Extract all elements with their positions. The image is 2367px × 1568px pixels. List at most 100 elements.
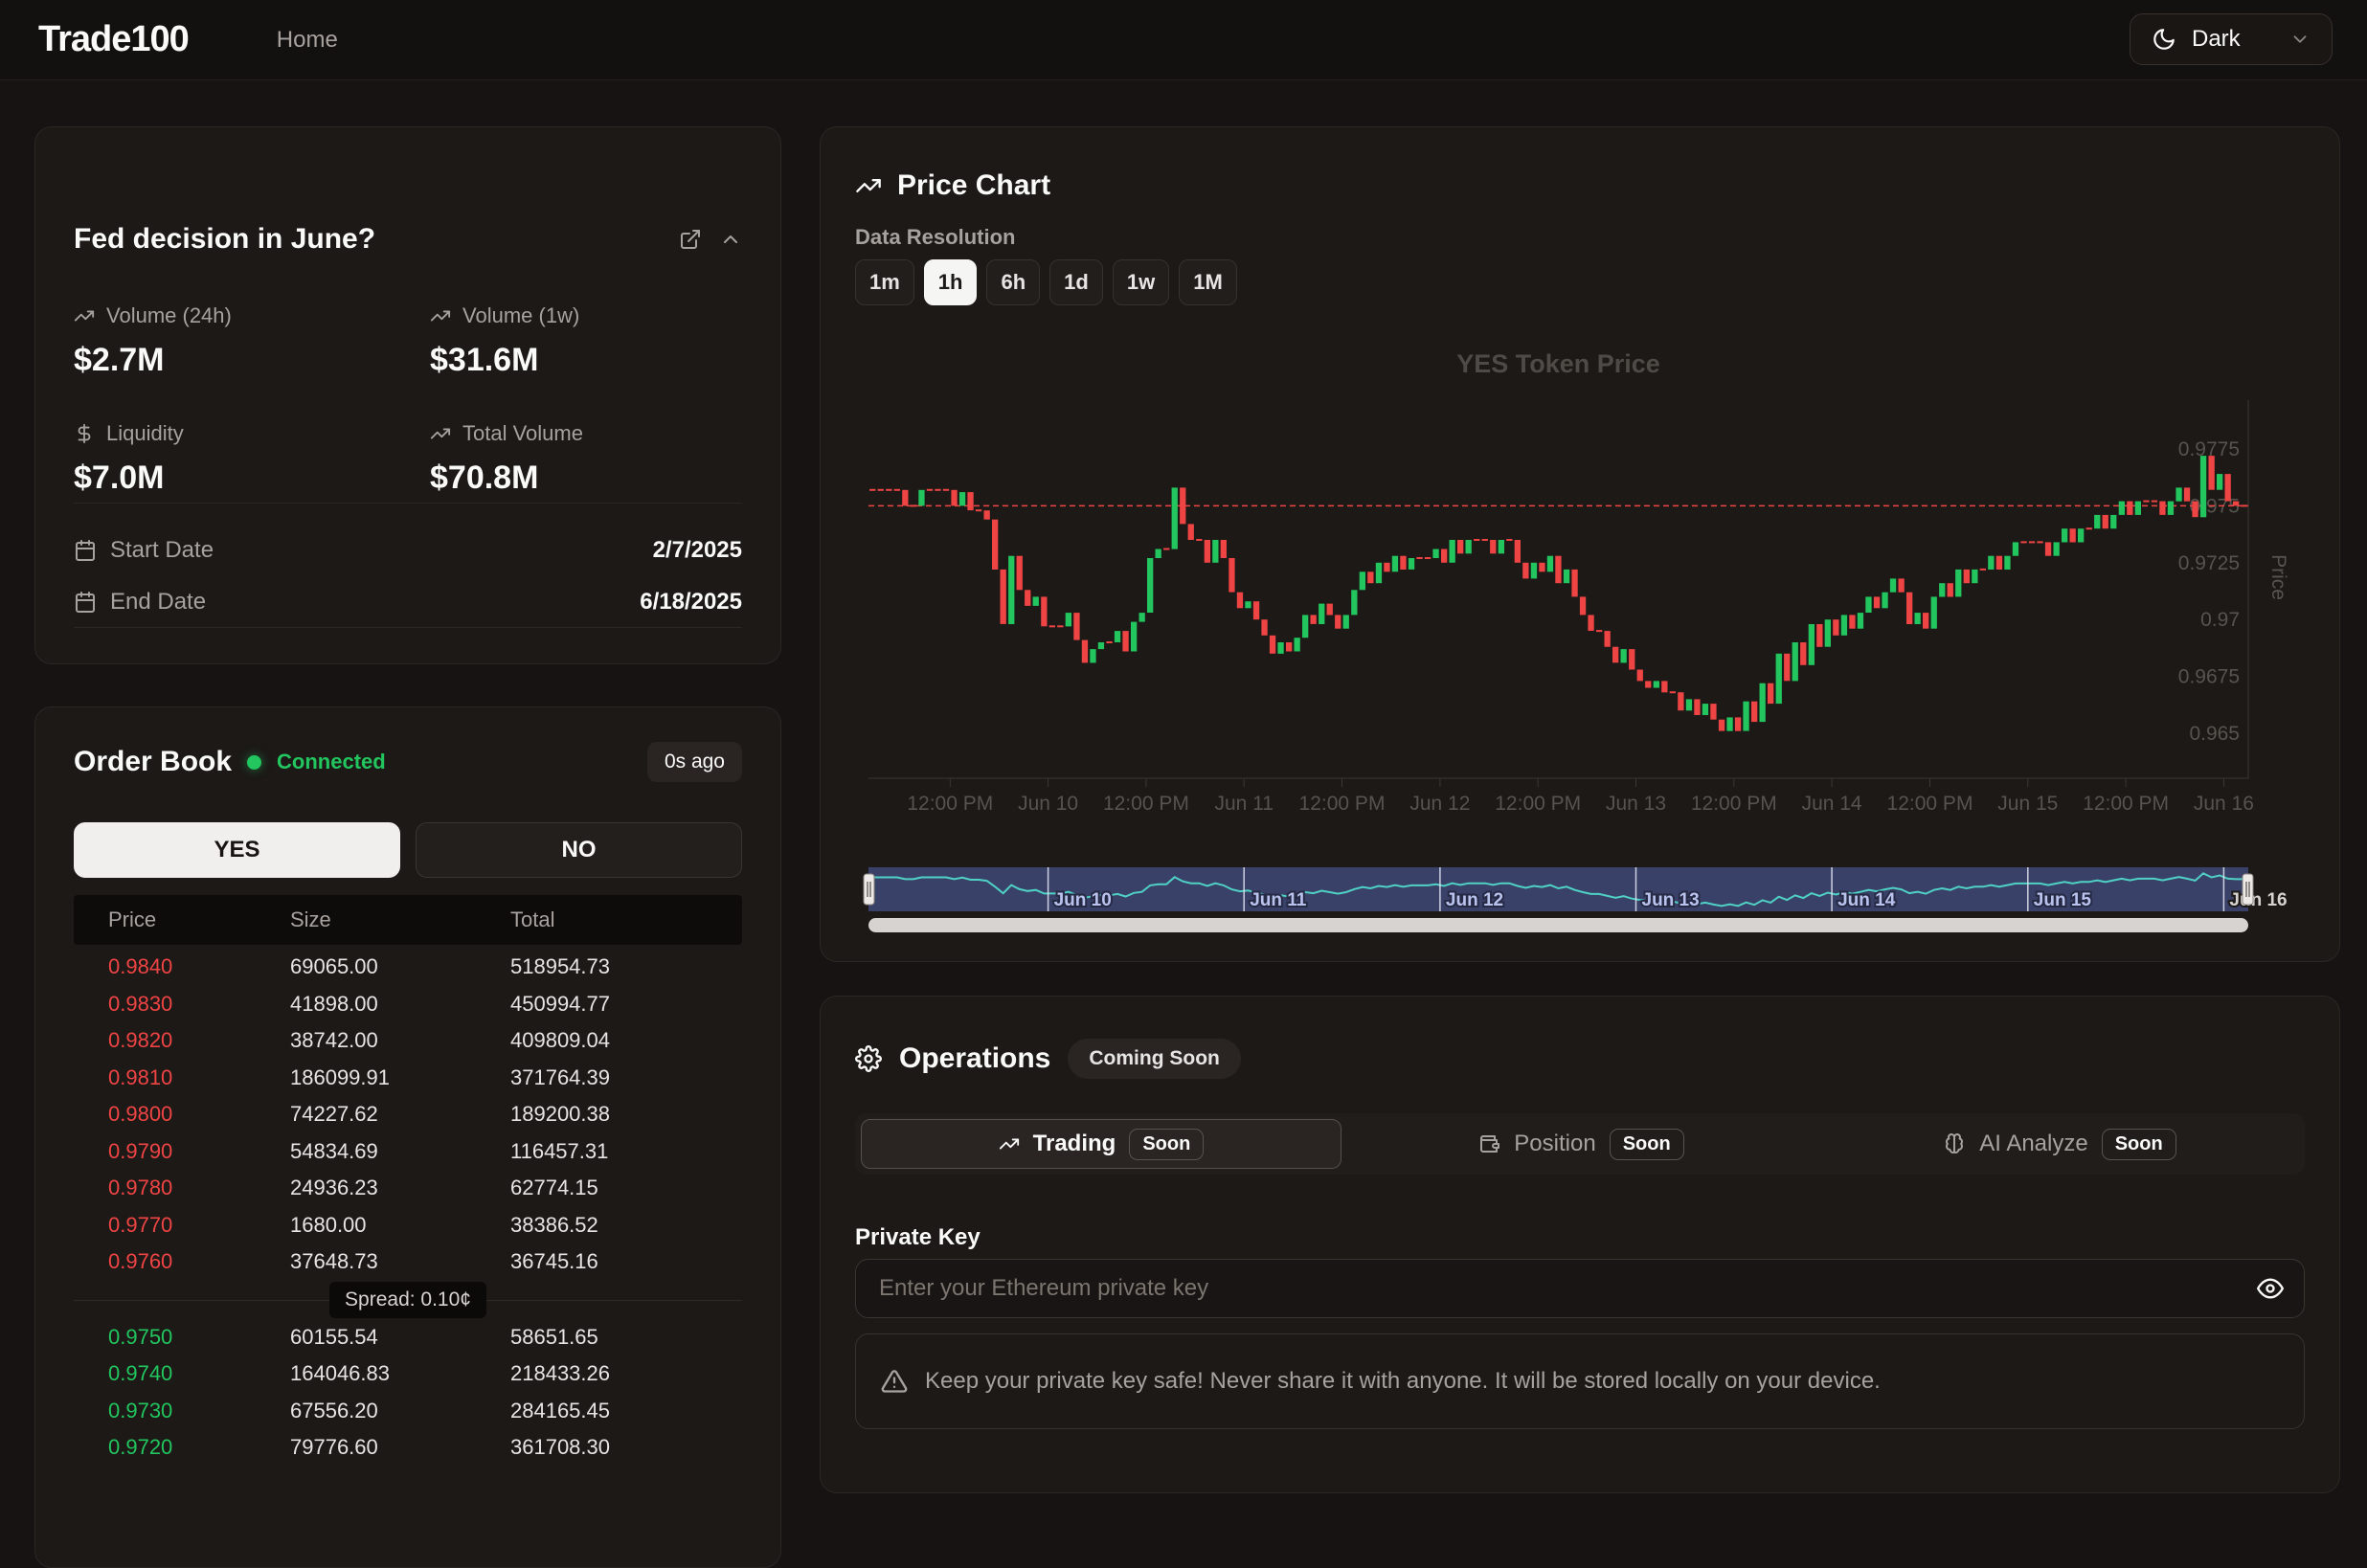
svg-text:Jun 15: Jun 15 [2034, 890, 2092, 910]
svg-text:0.965: 0.965 [2189, 723, 2240, 745]
private-key-input[interactable] [855, 1259, 2305, 1318]
soon-badge: Soon [1129, 1129, 1204, 1160]
svg-text:YES Token Price: YES Token Price [1456, 349, 1660, 378]
svg-text:Jun 10: Jun 10 [1054, 890, 1112, 910]
external-link-icon[interactable] [679, 228, 702, 251]
trending-up-icon [430, 423, 451, 444]
svg-text:0.9675: 0.9675 [2178, 666, 2240, 688]
date-value: 6/18/2025 [640, 589, 742, 616]
order-price: 0.9820 [74, 1028, 290, 1053]
order-total: 58651.65 [510, 1325, 742, 1350]
candlestick-chart[interactable]: YES Token Price0.97750.9750.97250.970.96… [821, 127, 2341, 963]
operations-tab-trading[interactable]: Trading Soon [861, 1119, 1341, 1169]
order-total: 218433.26 [510, 1361, 742, 1386]
order-book-row[interactable]: 0.983041898.00450994.77 [74, 986, 742, 1023]
alert-triangle-icon [881, 1368, 908, 1395]
order-book-row[interactable]: 0.97701680.0038386.52 [74, 1207, 742, 1244]
order-size: 79776.60 [290, 1435, 510, 1460]
order-total: 38386.52 [510, 1213, 742, 1238]
theme-selector-label: Dark [2192, 26, 2241, 53]
svg-text:0.9725: 0.9725 [2178, 552, 2240, 574]
svg-text:Jun 10: Jun 10 [1018, 793, 1078, 815]
stat-value: $70.8M [430, 459, 742, 497]
market-stat: Volume (1w)$31.6M [430, 303, 742, 379]
order-size: 164046.83 [290, 1361, 510, 1386]
nav-link-home[interactable]: Home [277, 27, 338, 54]
market-stat: Liquidity$7.0M [74, 421, 430, 497]
svg-text:Jun 12: Jun 12 [1446, 890, 1503, 910]
app-logo[interactable]: Trade100 [38, 19, 189, 60]
order-book-row[interactable]: 0.978024936.2362774.15 [74, 1170, 742, 1207]
order-price: 0.9740 [74, 1361, 290, 1386]
stat-label: Liquidity [106, 421, 184, 446]
operations-tab-position[interactable]: PositionSoon [1341, 1119, 1820, 1169]
column-header: Price [74, 907, 290, 932]
svg-text:12:00 PM: 12:00 PM [907, 793, 993, 815]
brain-icon [1943, 1132, 1966, 1155]
coming-soon-badge: Coming Soon [1068, 1039, 1240, 1079]
order-size: 24936.23 [290, 1176, 510, 1200]
order-size: 186099.91 [290, 1065, 510, 1090]
private-key-warning: Keep your private key safe! Never share … [855, 1333, 2305, 1429]
order-book-row[interactable]: 0.979054834.69116457.31 [74, 1133, 742, 1171]
divider [74, 627, 742, 628]
order-size: 60155.54 [290, 1325, 510, 1350]
stat-label: Volume (24h) [106, 303, 232, 328]
stat-label: Total Volume [462, 421, 583, 446]
theme-selector[interactable]: Dark [2130, 13, 2333, 65]
chevron-up-icon[interactable] [719, 228, 742, 251]
order-book-row[interactable]: 0.984069065.00518954.73 [74, 949, 742, 986]
order-size: 41898.00 [290, 992, 510, 1017]
svg-text:12:00 PM: 12:00 PM [1495, 793, 1581, 815]
order-book-row[interactable]: 0.982038742.00409809.04 [74, 1022, 742, 1060]
order-price: 0.9810 [74, 1065, 290, 1090]
order-price: 0.9830 [74, 992, 290, 1017]
order-price: 0.9840 [74, 954, 290, 979]
outcome-tabs: YES NO [74, 822, 742, 878]
order-book-row[interactable]: 0.972079776.60361708.30 [74, 1429, 742, 1467]
order-book-row[interactable]: 0.973067556.20284165.45 [74, 1393, 742, 1430]
svg-text:12:00 PM: 12:00 PM [2083, 793, 2169, 815]
stat-value: $2.7M [74, 342, 430, 379]
order-book-row[interactable]: 0.9810186099.91371764.39 [74, 1060, 742, 1097]
soon-badge: Soon [1610, 1129, 1684, 1160]
gear-icon [855, 1045, 882, 1072]
price-chart-card: Price Chart Data Resolution 1m1h6h1d1w1M… [820, 126, 2340, 962]
order-size: 67556.20 [290, 1399, 510, 1423]
order-price: 0.9800 [74, 1102, 290, 1127]
trending-up-icon [430, 305, 451, 326]
order-book-tab-no[interactable]: NO [416, 822, 742, 878]
order-size: 37648.73 [290, 1249, 510, 1274]
order-total: 189200.38 [510, 1102, 742, 1127]
svg-text:Jun 14: Jun 14 [1802, 793, 1862, 815]
tab-label: Trading [1033, 1131, 1116, 1157]
order-total: 450994.77 [510, 992, 742, 1017]
order-total: 518954.73 [510, 954, 742, 979]
date-row: End Date6/18/2025 [74, 576, 742, 628]
date-value: 2/7/2025 [653, 537, 742, 564]
svg-text:Jun 16: Jun 16 [2229, 890, 2287, 910]
eye-icon[interactable] [2257, 1275, 2284, 1302]
operations-card: Operations Coming Soon TradingSoonPositi… [820, 996, 2340, 1493]
svg-text:Jun 13: Jun 13 [1642, 890, 1700, 910]
date-row: Start Date2/7/2025 [74, 525, 742, 576]
order-book-tab-yes[interactable]: YES [74, 822, 400, 878]
wallet-icon [1477, 1132, 1500, 1155]
order-book-row[interactable]: 0.9740164046.83218433.26 [74, 1355, 742, 1393]
order-price: 0.9790 [74, 1139, 290, 1164]
order-book-row[interactable]: 0.975060155.5458651.65 [74, 1319, 742, 1356]
spread-row: Spread: 0.10¢ [74, 1281, 742, 1319]
svg-text:12:00 PM: 12:00 PM [1691, 793, 1777, 815]
column-header: Size [290, 907, 510, 932]
order-size: 69065.00 [290, 954, 510, 979]
soon-badge: Soon [2102, 1129, 2176, 1160]
order-total: 409809.04 [510, 1028, 742, 1053]
operations-tab-ai-analyze[interactable]: AI AnalyzeSoon [1820, 1119, 2299, 1169]
order-size: 38742.00 [290, 1028, 510, 1053]
spread-badge: Spread: 0.10¢ [329, 1282, 486, 1318]
order-book-row[interactable]: 0.976037648.7336745.16 [74, 1243, 742, 1281]
calendar-icon [74, 539, 97, 562]
order-book-row[interactable]: 0.980074227.62189200.38 [74, 1096, 742, 1133]
svg-text:Jun 14: Jun 14 [1837, 890, 1896, 910]
order-book-header: PriceSizeTotal [74, 895, 742, 945]
